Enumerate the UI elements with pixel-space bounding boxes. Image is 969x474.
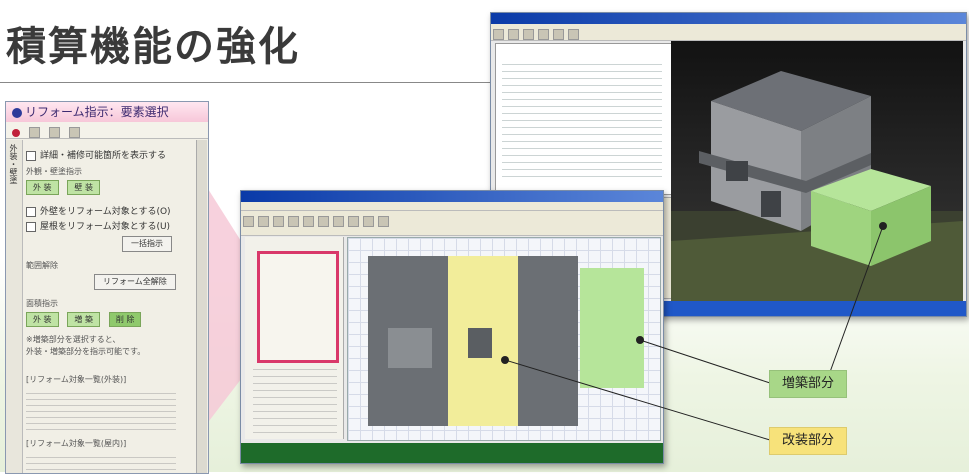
renovation-label: 改装部分 [769, 427, 848, 455]
leader-lines [501, 222, 887, 441]
addition-label: 増築部分 [769, 370, 848, 398]
